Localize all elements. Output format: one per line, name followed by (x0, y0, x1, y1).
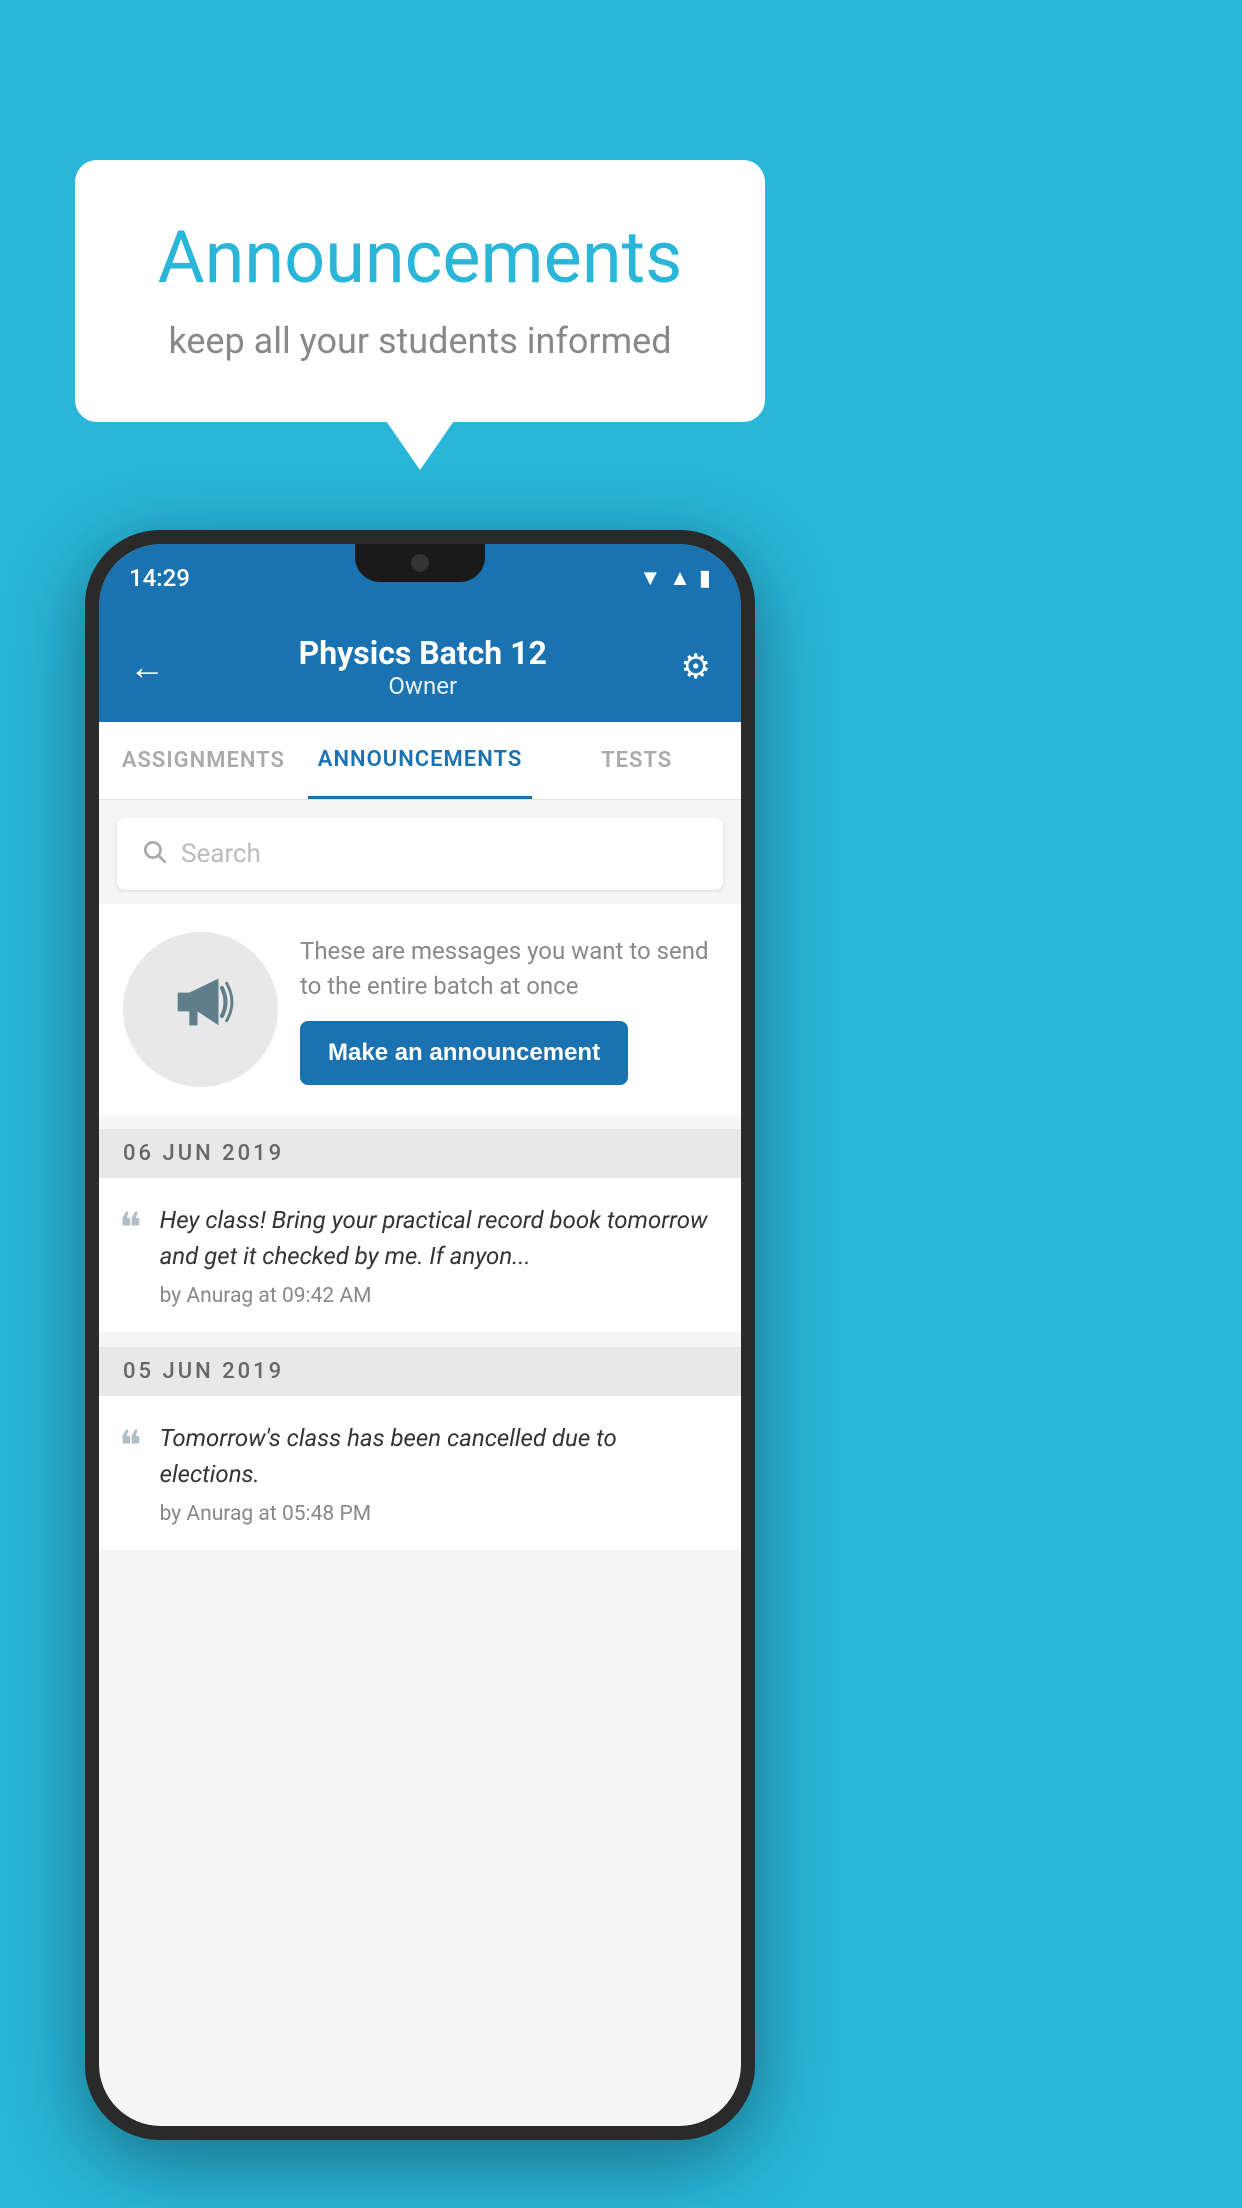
promo-icon-circle (123, 932, 278, 1087)
camera-notch (355, 544, 485, 582)
back-button[interactable]: ← (129, 646, 165, 688)
announcement-meta: by Anurag at 09:42 AM (160, 1284, 721, 1308)
announcement-content: Tomorrow's class has been cancelled due … (160, 1420, 721, 1526)
tab-announcements[interactable]: ANNOUNCEMENTS (308, 722, 532, 799)
date-divider-1: 06 JUN 2019 (99, 1129, 741, 1178)
settings-gear-icon[interactable]: ⚙ (681, 647, 711, 687)
promo-right: These are messages you want to send to t… (300, 934, 717, 1086)
status-time: 14:29 (129, 564, 190, 592)
wifi-icon: ▼ (639, 565, 661, 591)
role-label: Owner (165, 672, 681, 700)
header-title-block: Physics Batch 12 Owner (165, 634, 681, 700)
announcement-text: Hey class! Bring your practical record b… (160, 1202, 721, 1274)
phone-mockup: 14:29 ▼ ▲ ▮ ← Physics Batch 12 Owner ⚙ A… (85, 530, 755, 2140)
megaphone-icon (166, 967, 236, 1053)
announcement-item[interactable]: ❝ Tomorrow's class has been cancelled du… (99, 1396, 741, 1551)
announcement-text: Tomorrow's class has been cancelled due … (160, 1420, 721, 1492)
batch-name-title: Physics Batch 12 (165, 634, 681, 672)
announcement-meta: by Anurag at 05:48 PM (160, 1502, 721, 1526)
phone-screen: 14:29 ▼ ▲ ▮ ← Physics Batch 12 Owner ⚙ A… (99, 544, 741, 2126)
speech-bubble-card: Announcements keep all your students inf… (75, 160, 765, 422)
quote-icon: ❝ (119, 1426, 142, 1468)
tab-tests[interactable]: TESTS (532, 722, 741, 799)
app-header: ← Physics Batch 12 Owner ⚙ (99, 612, 741, 722)
bubble-title: Announcements (135, 215, 705, 300)
search-icon (141, 837, 167, 872)
date-divider-2: 05 JUN 2019 (99, 1347, 741, 1396)
battery-icon: ▮ (699, 566, 711, 591)
status-icons: ▼ ▲ ▮ (639, 565, 711, 591)
promo-description: These are messages you want to send to t… (300, 934, 717, 1004)
status-bar: 14:29 ▼ ▲ ▮ (99, 544, 741, 612)
screen-content: Search These are messages you want to se… (99, 800, 741, 2126)
bubble-subtitle: keep all your students informed (135, 320, 705, 362)
tab-assignments[interactable]: ASSIGNMENTS (99, 722, 308, 799)
front-camera (411, 554, 429, 572)
signal-icon: ▲ (669, 565, 691, 591)
promo-block: These are messages you want to send to t… (99, 904, 741, 1115)
announcement-item[interactable]: ❝ Hey class! Bring your practical record… (99, 1178, 741, 1333)
announcement-content: Hey class! Bring your practical record b… (160, 1202, 721, 1308)
search-bar[interactable]: Search (117, 818, 723, 890)
search-placeholder: Search (181, 839, 261, 869)
tabs-bar: ASSIGNMENTS ANNOUNCEMENTS TESTS (99, 722, 741, 800)
make-announcement-button[interactable]: Make an announcement (300, 1021, 628, 1085)
quote-icon: ❝ (119, 1208, 142, 1250)
